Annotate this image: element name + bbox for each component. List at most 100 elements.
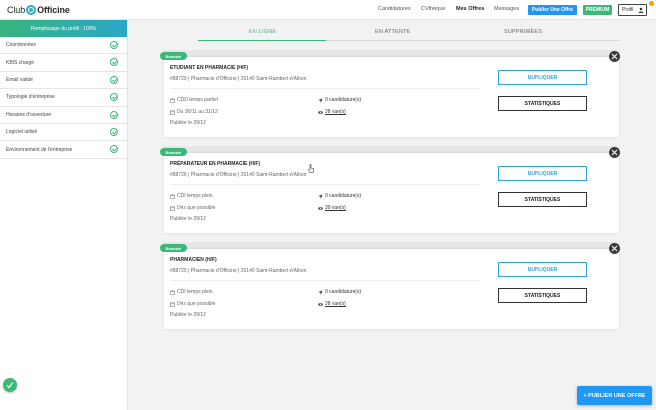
divider bbox=[170, 184, 480, 185]
offer-dates: Du 30/11 au 31/12 bbox=[177, 109, 218, 115]
candidatures-row: 0 candidature(s) bbox=[318, 97, 361, 103]
offer-card: PHARMACIEN (H/F) #88725 | Pharmacie d'Of… bbox=[164, 249, 619, 329]
candidatures-count: 0 candidature(s) bbox=[325, 289, 362, 295]
contract-type: CDD temps partiel bbox=[177, 97, 218, 103]
user-icon bbox=[638, 7, 644, 13]
logo-text-right: Officine bbox=[37, 5, 70, 15]
views-count[interactable]: 28 vue(s) bbox=[325, 301, 346, 307]
check-circle-icon bbox=[110, 75, 118, 84]
briefcase-icon bbox=[170, 289, 175, 295]
edit-check-icon bbox=[6, 382, 14, 389]
check-circle-icon bbox=[110, 110, 118, 119]
sidebar-item-typologie[interactable]: Typologie d'entreprise bbox=[0, 89, 127, 107]
contract-type: CDI temps plein bbox=[177, 193, 213, 199]
sidebar-item-label: Email validé bbox=[6, 76, 33, 83]
send-icon bbox=[318, 193, 323, 199]
hand-cursor-icon bbox=[308, 164, 314, 173]
eye-icon bbox=[318, 302, 323, 306]
sidebar-item-coordonnees[interactable]: Coordonnées bbox=[0, 37, 127, 55]
check-circle-icon bbox=[110, 127, 118, 136]
publish-offer-button[interactable]: + PUBLIER UNE OFFRE bbox=[577, 386, 652, 405]
close-icon[interactable] bbox=[609, 243, 620, 254]
dates-row: Du 30/11 au 31/12 bbox=[170, 109, 218, 115]
nav-candidatures[interactable]: Candidatures bbox=[378, 6, 411, 12]
top-navbar: Club Officine Candidatures CVthèque Mes … bbox=[0, 0, 656, 20]
candidatures-count: 0 candidature(s) bbox=[325, 97, 362, 103]
statistics-button[interactable]: STATISTIQUES bbox=[498, 96, 587, 111]
offer-reference: #88726 | Pharmacie d'Officine | 26140 Sa… bbox=[170, 172, 307, 178]
sidebar-item-kbis[interactable]: KBIS chargé bbox=[0, 54, 127, 72]
card-top-band bbox=[164, 50, 619, 57]
sidebar-item-label: KBIS chargé bbox=[6, 59, 35, 66]
nav-cvtheque[interactable]: CVthèque bbox=[421, 6, 445, 12]
calendar-icon bbox=[170, 206, 175, 211]
check-circle-icon bbox=[110, 58, 118, 67]
statistics-button[interactable]: STATISTIQUES bbox=[498, 192, 587, 207]
sidebar-item-label: Coordonnées bbox=[6, 42, 37, 49]
logo[interactable]: Club Officine bbox=[7, 4, 70, 16]
eye-icon bbox=[318, 110, 323, 114]
nav-mes-offres[interactable]: Mes Offres bbox=[456, 6, 484, 12]
offer-card: ETUDIANT EN PHARMACIE (H/F) #88729 | Pha… bbox=[164, 57, 619, 137]
briefcase-icon bbox=[170, 193, 175, 199]
published-date: Publiée le 29/12 bbox=[170, 216, 206, 222]
premium-button[interactable]: PREMIUM bbox=[583, 5, 612, 15]
contract-type: CDI temps plein bbox=[177, 289, 213, 295]
offer-card: PRÉPARATEUR EN PHARMACIE (H/F) #88726 | … bbox=[164, 153, 619, 233]
candidatures-row: 0 candidature(s) bbox=[318, 193, 361, 199]
sidebar-item-email[interactable]: Email validé bbox=[0, 72, 127, 90]
offer-reference: #88725 | Pharmacie d'Officine | 26140 Sa… bbox=[170, 268, 307, 274]
sidebar-item-logiciel[interactable]: Logiciel utilisé bbox=[0, 124, 127, 142]
divider bbox=[170, 280, 480, 281]
views-row: 28 vue(s) bbox=[318, 109, 346, 115]
offer-dates: Dès que possible bbox=[177, 205, 216, 211]
tab-active-indicator bbox=[198, 40, 326, 41]
contract-row: CDD temps partiel bbox=[170, 97, 218, 103]
sidebar-item-label: Environnement de l'entreprise bbox=[6, 146, 73, 153]
check-circle-icon bbox=[110, 145, 118, 154]
contract-row: CDI temps plein bbox=[170, 193, 213, 199]
sidebar-item-horaires[interactable]: Horaires d'ouverture bbox=[0, 107, 127, 124]
duplicate-button[interactable]: DUPLIQUER bbox=[498, 166, 587, 181]
offer-title[interactable]: PHARMACIEN (H/F) bbox=[170, 257, 217, 263]
published-date: Publiée le 29/12 bbox=[170, 312, 206, 318]
briefcase-icon bbox=[170, 97, 175, 103]
sidebar-item-label: Horaires d'ouverture bbox=[6, 111, 52, 118]
offer-title[interactable]: PRÉPARATEUR EN PHARMACIE (H/F) bbox=[170, 161, 260, 167]
close-icon[interactable] bbox=[609, 147, 620, 158]
sidebar-item-label: Logiciel utilisé bbox=[6, 129, 38, 136]
views-count[interactable]: 39 vue(s) bbox=[325, 205, 346, 211]
statistics-button[interactable]: STATISTIQUES bbox=[498, 288, 587, 303]
tab-supprimees[interactable]: SUPPRIMÉES bbox=[504, 29, 542, 35]
logo-mark-icon bbox=[26, 5, 37, 15]
close-icon[interactable] bbox=[609, 51, 620, 62]
publish-offer-button-top[interactable]: Publier Une Offre bbox=[528, 5, 577, 15]
candidatures-count: 0 candidature(s) bbox=[325, 193, 362, 199]
profile-sidebar: Remplissage du profil : 100% Coordonnées… bbox=[0, 20, 128, 410]
edit-profile-fab[interactable] bbox=[3, 378, 17, 392]
notification-dot bbox=[649, 1, 654, 6]
boosted-badge: Boostée bbox=[160, 148, 187, 156]
views-count[interactable]: 28 vue(s) bbox=[325, 109, 346, 115]
published-date: Publiée le 29/12 bbox=[170, 120, 206, 126]
views-row: 39 vue(s) bbox=[318, 205, 346, 211]
offer-title[interactable]: ETUDIANT EN PHARMACIE (H/F) bbox=[170, 65, 248, 71]
calendar-icon bbox=[170, 302, 175, 307]
tab-en-attente[interactable]: EN ATTENTE bbox=[375, 29, 411, 35]
candidatures-row: 0 candidature(s) bbox=[318, 289, 361, 295]
eye-icon bbox=[318, 206, 323, 210]
divider bbox=[170, 88, 480, 89]
boosted-badge: Boostée bbox=[160, 244, 187, 252]
logo-text-left: Club bbox=[7, 5, 26, 15]
nav-messages[interactable]: Messages bbox=[494, 6, 519, 12]
duplicate-button[interactable]: DUPLIQUER bbox=[498, 70, 587, 85]
sidebar-item-label: Typologie d'entreprise bbox=[6, 94, 55, 101]
tab-divider bbox=[326, 40, 620, 41]
check-circle-icon bbox=[110, 41, 118, 49]
contract-row: CDI temps plein bbox=[170, 289, 213, 295]
sidebar-item-environnement[interactable]: Environnement de l'entreprise bbox=[0, 141, 127, 159]
send-icon bbox=[318, 289, 323, 295]
duplicate-button[interactable]: DUPLIQUER bbox=[498, 262, 587, 277]
profile-button[interactable]: Profil bbox=[618, 4, 647, 16]
tab-en-ligne[interactable]: EN LIGNE bbox=[249, 29, 276, 35]
